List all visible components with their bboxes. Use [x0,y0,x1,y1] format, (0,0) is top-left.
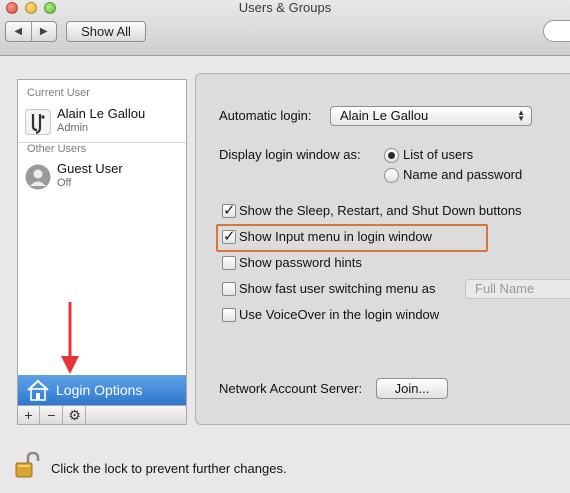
login-options-label: Login Options [56,382,143,398]
window-title: Users & Groups [238,0,332,15]
window-titlebar: Users & Groups ◀ ▶ Show All [0,0,570,56]
voiceover-label: Use VoiceOver in the login window [239,307,440,322]
annotation-arrow-icon [61,302,79,374]
lock-status-text: Click the lock to prevent further change… [51,461,287,476]
fast-switch-style-popup[interactable]: Full Name [465,279,570,299]
show-password-hints-label: Show password hints [239,255,362,270]
fast-switch-style-value: Full Name [475,281,535,296]
voiceover-checkbox[interactable] [222,308,236,322]
forward-arrow-icon: ▶ [39,26,48,37]
guest-user-icon [25,164,51,190]
fast-user-switching-label: Show fast user switching menu as [239,281,436,296]
back-arrow-icon: ◀ [14,26,23,37]
fast-user-switching-checkbox[interactable] [222,282,236,296]
action-menu-button[interactable]: ⚙ [64,406,86,424]
automatic-login-popup[interactable]: Alain Le Gallou ▲ ▼ [330,106,532,126]
guest-user-name: Guest User [57,161,123,176]
forward-button[interactable]: ▶ [30,22,57,41]
popup-arrows-icon: ▲ ▼ [517,108,525,123]
user-avatar-icon [25,109,51,135]
sidebar-toolbar: + − ⚙ [18,405,186,424]
minus-icon: − [47,407,56,423]
show-input-menu-checkbox[interactable] [222,227,236,245]
automatic-login-label: Automatic login: [219,108,312,123]
name-and-password-radio[interactable] [384,168,399,183]
guest-user-status: Off [57,177,72,189]
list-of-users-radio[interactable] [384,148,399,163]
users-sidebar: Current User Alain Le Gallou Admin Other… [17,79,187,425]
show-password-hints-checkbox[interactable] [222,256,236,270]
lock-icon[interactable] [14,451,42,479]
back-button[interactable]: ◀ [6,22,31,41]
display-login-label: Display login window as: [219,147,361,162]
login-options-panel: Automatic login: Alain Le Gallou ▲ ▼ Disp… [195,73,570,425]
plus-icon: + [24,407,33,423]
show-sleep-restart-label: Show the Sleep, Restart, and Shut Down b… [239,203,522,218]
remove-user-button[interactable]: − [41,406,63,424]
show-all-button[interactable]: Show All [66,21,146,42]
current-user-role: Admin [57,122,89,134]
search-input[interactable] [543,20,570,42]
network-server-label: Network Account Server: [219,381,363,396]
sidebar-item-login-options[interactable]: Login Options [18,375,186,405]
add-user-button[interactable]: + [18,406,40,424]
home-icon [27,379,49,401]
join-button[interactable]: Join... [376,378,448,399]
current-user-name: Alain Le Gallou [57,106,146,121]
show-input-menu-label: Show Input menu in login window [239,229,432,244]
name-and-password-label: Name and password [403,167,523,182]
user-row-current[interactable]: Alain Le Gallou Admin [18,104,186,140]
gear-icon: ⚙ [68,406,81,423]
show-sleep-restart-checkbox[interactable] [222,201,236,219]
other-users-header: Other Users [27,143,87,155]
list-of-users-label: List of users [403,147,474,162]
automatic-login-value: Alain Le Gallou [340,108,429,123]
user-row-guest[interactable]: Guest User Off [18,159,186,195]
back-forward-group: ◀ ▶ [5,21,57,42]
current-user-header: Current User [27,87,90,99]
